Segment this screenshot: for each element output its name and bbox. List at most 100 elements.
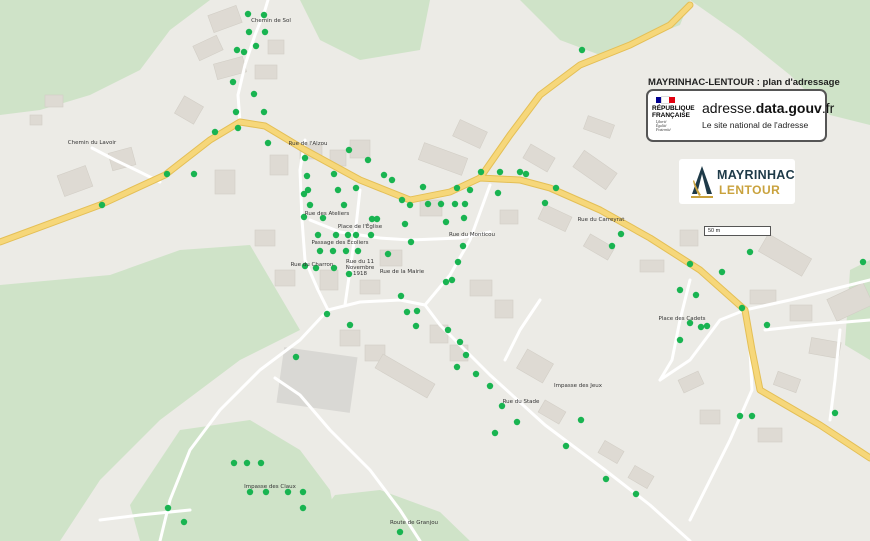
address-point[interactable] <box>602 475 610 483</box>
address-point[interactable] <box>190 170 198 178</box>
address-point[interactable] <box>460 214 468 222</box>
address-point[interactable] <box>340 201 348 209</box>
address-point[interactable] <box>396 528 404 536</box>
address-point[interactable] <box>451 200 459 208</box>
address-point[interactable] <box>562 442 570 450</box>
address-point[interactable] <box>444 326 452 334</box>
address-point[interactable] <box>352 231 360 239</box>
address-point[interactable] <box>703 322 711 330</box>
address-point[interactable] <box>472 370 480 378</box>
address-point[interactable] <box>264 139 272 147</box>
address-point[interactable] <box>513 418 521 426</box>
address-point[interactable] <box>180 518 188 526</box>
address-point[interactable] <box>686 260 694 268</box>
address-point[interactable] <box>577 416 585 424</box>
address-point[interactable] <box>738 304 746 312</box>
address-point[interactable] <box>252 42 260 50</box>
address-point[interactable] <box>243 459 251 467</box>
address-point[interactable] <box>230 459 238 467</box>
address-point[interactable] <box>676 336 684 344</box>
address-point[interactable] <box>364 156 372 164</box>
address-point[interactable] <box>763 321 771 329</box>
address-point[interactable] <box>330 170 338 178</box>
address-point[interactable] <box>240 48 248 56</box>
address-point[interactable] <box>398 196 406 204</box>
address-point[interactable] <box>617 230 625 238</box>
address-point[interactable] <box>697 323 705 331</box>
address-point[interactable] <box>397 292 405 300</box>
address-point[interactable] <box>748 412 756 420</box>
address-point[interactable] <box>442 218 450 226</box>
address-point[interactable] <box>859 258 867 266</box>
address-point[interactable] <box>211 128 219 136</box>
address-point[interactable] <box>244 10 252 18</box>
address-point[interactable] <box>736 412 744 420</box>
address-point[interactable] <box>373 215 381 223</box>
address-point[interactable] <box>632 490 640 498</box>
address-point[interactable] <box>380 171 388 179</box>
address-point[interactable] <box>306 201 314 209</box>
address-point[interactable] <box>453 363 461 371</box>
address-point[interactable] <box>437 200 445 208</box>
address-point[interactable] <box>229 78 237 86</box>
address-point[interactable] <box>692 291 700 299</box>
address-point[interactable] <box>98 201 106 209</box>
address-point[interactable] <box>424 200 432 208</box>
address-point[interactable] <box>522 170 530 178</box>
address-point[interactable] <box>299 504 307 512</box>
address-point[interactable] <box>419 183 427 191</box>
address-point[interactable] <box>608 242 616 250</box>
address-point[interactable] <box>352 184 360 192</box>
address-point[interactable] <box>552 184 560 192</box>
address-point[interactable] <box>300 190 308 198</box>
address-point[interactable] <box>234 124 242 132</box>
address-point[interactable] <box>257 459 265 467</box>
address-point[interactable] <box>718 268 726 276</box>
address-point[interactable] <box>345 146 353 154</box>
address-point[interactable] <box>303 172 311 180</box>
address-point[interactable] <box>461 200 469 208</box>
address-point[interactable] <box>401 220 409 228</box>
address-point[interactable] <box>541 199 549 207</box>
address-point[interactable] <box>407 238 415 246</box>
address-point[interactable] <box>250 90 258 98</box>
address-point[interactable] <box>232 108 240 116</box>
address-point[interactable] <box>448 276 456 284</box>
address-point[interactable] <box>676 286 684 294</box>
address-point[interactable] <box>403 308 411 316</box>
address-point[interactable] <box>334 186 342 194</box>
address-point[interactable] <box>323 310 331 318</box>
address-point[interactable] <box>496 168 504 176</box>
address-point[interactable] <box>384 250 392 258</box>
address-point[interactable] <box>494 189 502 197</box>
address-point[interactable] <box>342 247 350 255</box>
address-point[interactable] <box>314 231 322 239</box>
address-point[interactable] <box>316 247 324 255</box>
address-point[interactable] <box>299 488 307 496</box>
adresse-data-gouv-card[interactable]: RÉPUBLIQUE FRANÇAISE Liberté Égalité Fra… <box>646 89 834 142</box>
address-point[interactable] <box>346 321 354 329</box>
address-point[interactable] <box>260 108 268 116</box>
address-point[interactable] <box>233 46 241 54</box>
address-point[interactable] <box>261 28 269 36</box>
address-point[interactable] <box>413 307 421 315</box>
address-point[interactable] <box>245 28 253 36</box>
address-point[interactable] <box>831 409 839 417</box>
address-point[interactable] <box>746 248 754 256</box>
address-point[interactable] <box>292 353 300 361</box>
address-point[interactable] <box>406 201 414 209</box>
address-point[interactable] <box>486 382 494 390</box>
address-point[interactable] <box>456 338 464 346</box>
address-point[interactable] <box>491 429 499 437</box>
address-point[interactable] <box>459 242 467 250</box>
address-point[interactable] <box>344 231 352 239</box>
address-point[interactable] <box>477 168 485 176</box>
address-point[interactable] <box>454 258 462 266</box>
address-point[interactable] <box>578 46 586 54</box>
address-point[interactable] <box>367 231 375 239</box>
address-point[interactable] <box>388 176 396 184</box>
address-point[interactable] <box>354 247 362 255</box>
address-point[interactable] <box>163 170 171 178</box>
address-point[interactable] <box>329 247 337 255</box>
site-domain[interactable]: adresse.data.gouv.fr <box>702 100 834 116</box>
